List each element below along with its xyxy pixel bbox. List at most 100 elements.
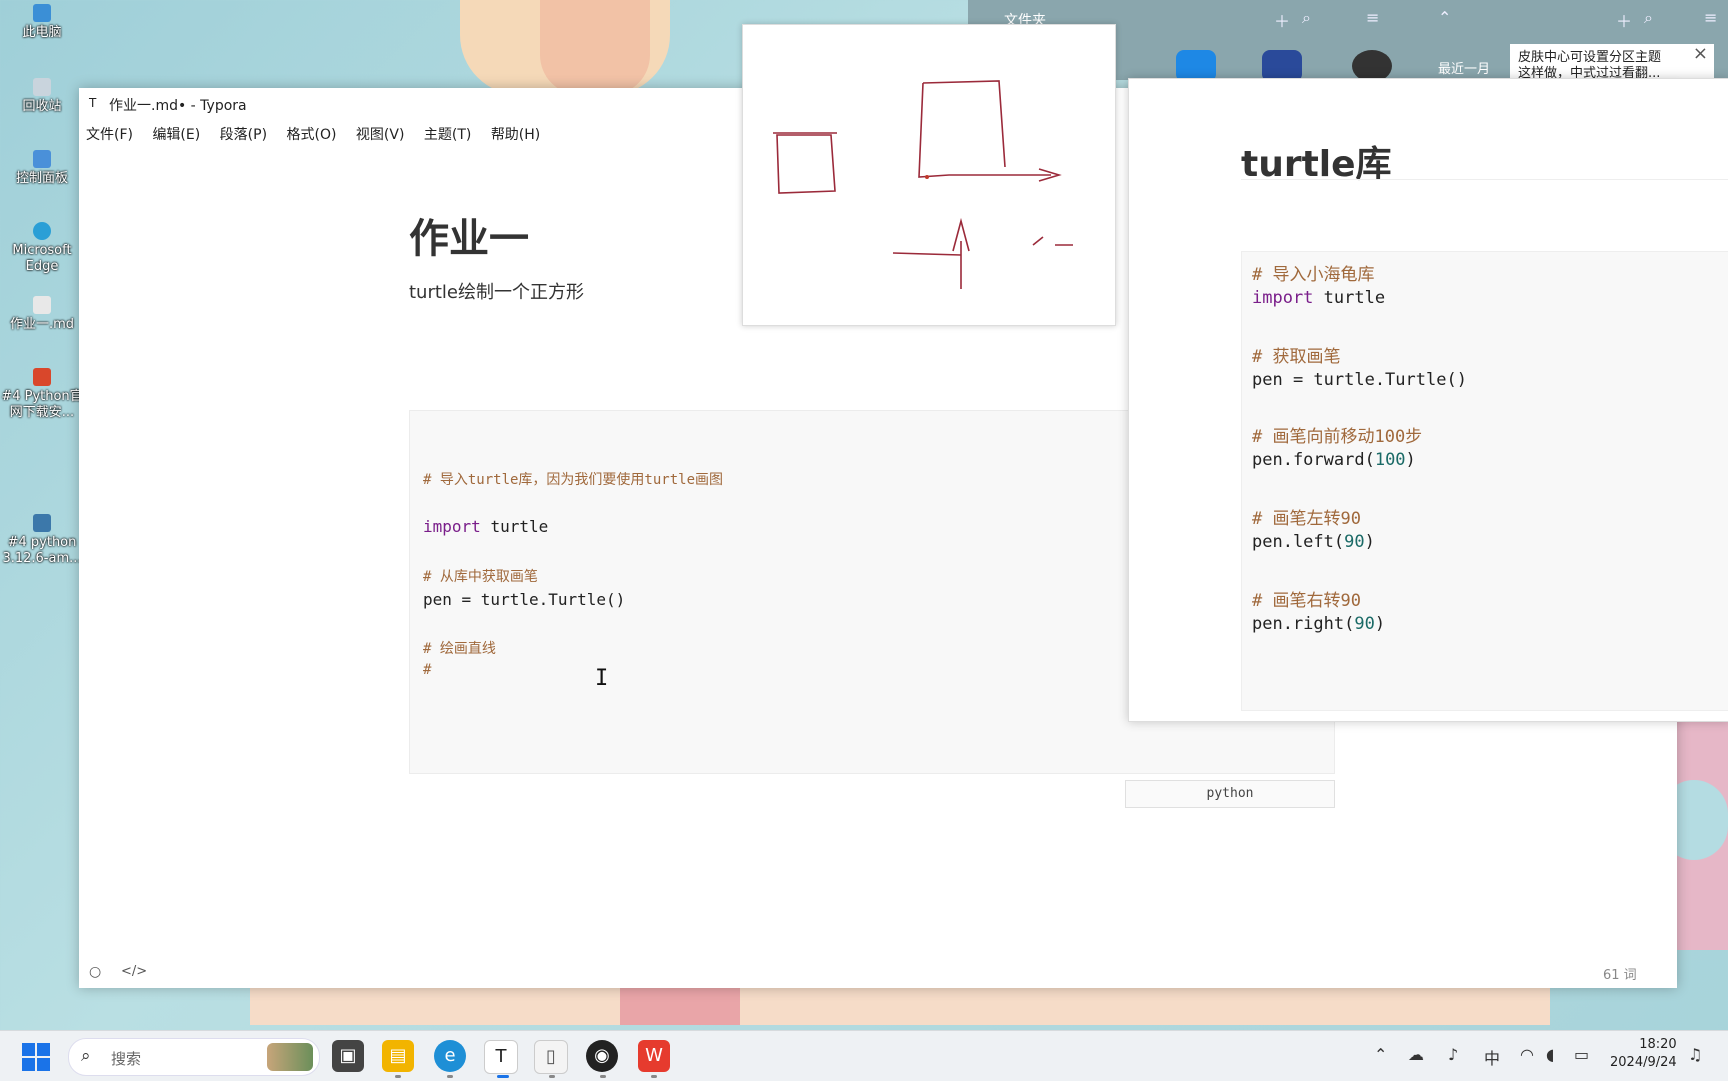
code-keyword: import [423,517,481,536]
microphone-icon[interactable]: ♪ [1448,1045,1458,1064]
desktop-icon-python-installer[interactable]: #4 python 3.12.6-am... [0,514,84,567]
code-import-line: import turtle [423,517,548,536]
ref-code-line: pen.left(90) [1252,532,1375,552]
ref-code-line: pen.right(90) [1252,614,1385,634]
reference-code-block: # 导入小海龟库 import turtle # 获取画笔 pen = turt… [1241,251,1728,711]
menu-paragraph[interactable]: 段落(P) [220,124,267,144]
edge-icon[interactable]: e [434,1040,466,1072]
menu-help[interactable]: 帮助(H) [491,124,540,144]
divider [1241,179,1728,180]
doc-paragraph[interactable]: turtle绘制一个正方形 [409,278,584,304]
windows-logo-icon [37,1058,50,1071]
whiteboard-sketch [742,24,1116,326]
notepad-icon[interactable]: ▯ [534,1040,568,1074]
ref-comment: # 画笔右转90 [1252,591,1361,611]
outline-toggle-icon[interactable]: ○ [89,964,101,980]
text-cursor-icon: I [595,666,609,691]
toast-text: 皮肤中心可设置分区主题 [1518,50,1662,65]
file-explorer-icon[interactable]: ▤ [382,1040,414,1072]
search-icon[interactable]: ⌕ [1644,8,1653,28]
taskbar-search[interactable]: ⌕ 搜索 [68,1038,320,1076]
menu-format[interactable]: 格式(O) [287,124,337,144]
edge-icon [33,222,51,240]
menu-icon[interactable]: ≡ [1704,8,1717,27]
wallpaper-shape [540,0,650,95]
ref-number: 90 [1354,614,1375,634]
running-indicator [600,1075,606,1078]
desktop-icon-label: 此电脑 [22,25,62,40]
code-module: turtle [490,517,549,536]
doc-heading[interactable]: 作业一 [409,206,529,264]
clock[interactable]: 18:20 2024/9/24 [1610,1036,1677,1072]
battery-icon[interactable]: ▭ [1574,1045,1589,1064]
ref-code-text: pen.left( [1252,532,1345,552]
typora-icon[interactable]: T [484,1040,518,1074]
ref-code-text: ) [1405,450,1416,470]
add-icon[interactable]: ＋ [1616,8,1632,32]
ref-comment: # 导入小海龟库 [1252,265,1375,285]
desktop-icon-label: 作业一.md [9,317,75,332]
python-installer-icon [33,514,51,532]
menu-edit[interactable]: 编辑(E) [152,124,200,144]
code-comment: # 绘画直线 [423,641,496,657]
windows-logo-icon [22,1043,35,1056]
start-button[interactable] [22,1043,50,1071]
ref-comment: # 获取画笔 [1252,347,1341,367]
desktop-icon-label: Microsoft Edge [12,243,72,274]
search-placeholder: 搜索 [111,1050,142,1068]
ref-number: 100 [1374,450,1406,470]
menu-icon[interactable]: ≡ [1366,8,1379,27]
desktop-icon-recycle-bin[interactable]: 回收站 [0,78,84,115]
reference-panel[interactable]: turtle库 # 导入小海龟库 import turtle # 获取画笔 pe… [1128,78,1728,722]
pdf-icon [33,368,51,386]
wifi-icon[interactable]: ◠ [1520,1045,1534,1064]
desktop-icon-edge[interactable]: Microsoft Edge [0,222,84,275]
recent-label: 最近一月 [1438,62,1491,77]
task-view-icon[interactable]: ▣ [332,1040,364,1072]
wps-icon[interactable]: W [638,1040,670,1072]
desktop-icon-label: 回收站 [22,99,62,114]
menu-file[interactable]: 文件(F) [86,124,133,144]
active-indicator [497,1075,509,1078]
code-language-selector[interactable]: python [1125,780,1335,808]
ref-keyword: import [1252,288,1314,308]
notification-toast[interactable]: 皮肤中心可设置分区主题 这样做，中式过过看翻... × [1510,44,1714,82]
desktop-icon-homework-md[interactable]: 作业一.md [0,296,84,333]
chevron-up-icon[interactable]: ⌃ [1374,1045,1387,1064]
control-panel-icon [33,150,51,168]
source-mode-icon[interactable]: </> [121,964,147,979]
running-indicator [395,1075,401,1078]
desktop-icon-control-panel[interactable]: 控制面板 [0,150,84,187]
search-highlight-image [267,1043,313,1071]
chevron-up-icon[interactable]: ⌃ [1438,8,1451,27]
recycle-bin-icon [33,78,51,96]
add-icon[interactable]: ＋ [1274,8,1290,32]
search-icon[interactable]: ⌕ [1302,8,1311,28]
clock-date: 2024/9/24 [1610,1055,1677,1070]
desktop-icon-label: #4 python 3.12.6-am... [2,535,82,566]
cloud-icon[interactable]: ☁ [1408,1045,1424,1064]
desktop-icon-python-doc[interactable]: #4 Python官网下载安... [0,368,84,421]
clock-time: 18:20 [1639,1037,1677,1052]
ime-indicator[interactable]: 中 [1484,1045,1500,1069]
ref-code-text: pen.right( [1252,614,1355,634]
document-icon [33,296,51,314]
ref-code-text: ) [1374,614,1386,634]
desktop-icon-label: 控制面板 [15,171,68,186]
code-comment: # [423,662,432,678]
handwritten-diagram [773,80,1073,289]
ref-number: 90 [1344,532,1365,552]
ref-comment: # 画笔左转90 [1252,509,1361,529]
menu-theme[interactable]: 主题(T) [424,124,471,144]
menu-view[interactable]: 视图(V) [356,124,405,144]
taskbar: ⌕ 搜索 ▣ ▤ e T ▯ ◉ W ⌃ ☁ ♪ 中 ◠ ◖ ▭ 18:20 2… [0,1030,1728,1081]
volume-icon[interactable]: ◖ [1546,1045,1554,1064]
desktop-icon-this-pc[interactable]: 此电脑 [0,4,84,41]
running-indicator [651,1075,657,1078]
close-icon[interactable]: × [1693,45,1708,63]
ref-comment: # 画笔向前移动100步 [1252,427,1423,447]
obs-icon[interactable]: ◉ [586,1040,618,1072]
word-count[interactable]: 61 词 [1603,964,1637,983]
ref-code-line: pen.forward(100) [1252,450,1416,470]
notification-bell-icon[interactable]: ♫ [1688,1045,1702,1064]
